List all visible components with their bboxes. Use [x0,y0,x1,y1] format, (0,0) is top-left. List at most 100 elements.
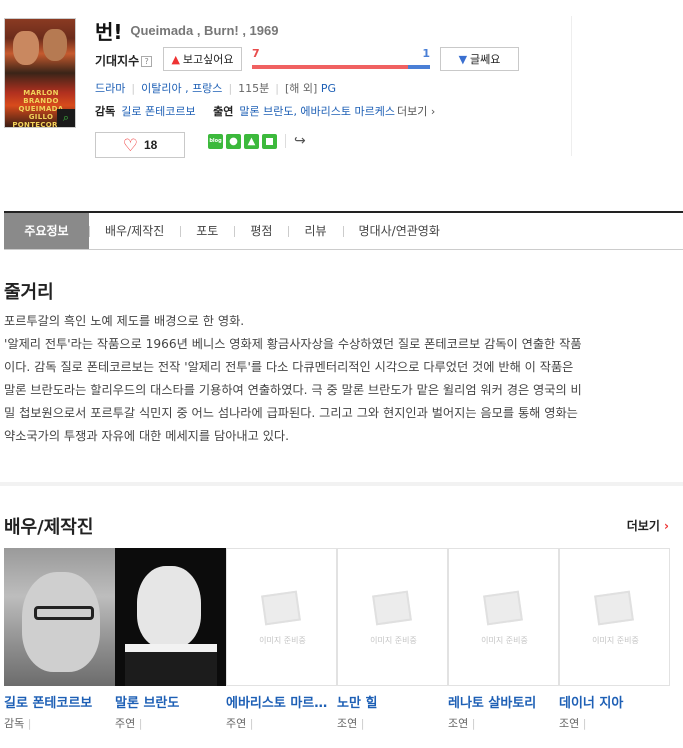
share-separator [285,134,286,148]
synopsis-line: 이다. 감독 질로 폰테코르보는 전작 '알제리 전투'를 다소 다큐멘터리적인… [4,360,574,374]
tab-6[interactable]: 명대사/연관영화 [342,213,456,249]
cast-photo[interactable] [115,548,226,686]
bookmark-share-icon[interactable]: ▲ [244,133,259,149]
like-count: 18 [143,138,158,152]
cast-photo-placeholder[interactable]: 이미지 준비중 [337,548,448,686]
genre-link[interactable]: 드라마 [95,82,125,95]
movie-meta: 드라마 | 이탈리아 , 프랑스 | 115분 | [해 외] PG [95,80,336,96]
section-divider [0,482,683,486]
poster-figure-right [43,29,67,61]
cast-role: 주연 [226,715,337,731]
placeholder-text: 이미지 준비중 [592,636,639,645]
image-placeholder-icon [593,590,635,635]
cast-name[interactable]: 노만 힐 [337,692,445,711]
like-button[interactable]: ♡ 18 [95,132,185,158]
cafe-share-icon[interactable] [262,133,277,149]
synopsis-line: 말론 브란도라는 할리우드의 대스타를 기용하여 연출하였다. 극 중 말론 브… [4,383,582,397]
cast-card[interactable]: 말론 브란도주연 [115,548,226,731]
page-title: 번! [95,20,123,44]
cast-name[interactable]: 에바리스토 마르케스 [226,692,334,711]
meta-separator: | [228,82,233,95]
cast-photo-placeholder[interactable]: 이미지 준비중 [226,548,337,686]
cast-role: 조연 [448,715,559,731]
cast-card[interactable]: 길로 폰테코르보감독 [4,548,115,731]
title-row: 번! Queimada , Burn! , 1969 [95,16,278,45]
cast-role: 주연 [115,715,226,731]
cast-photo-placeholder[interactable]: 이미지 준비중 [559,548,670,686]
movie-poster[interactable]: MARLON BRANDO QUEIMADA GILLO PONTECORVO … [4,18,76,128]
cast-label: 출연 [213,105,234,118]
cast-role: 조연 [559,715,670,731]
thumbs-down-icon: ▼ [458,52,468,66]
synopsis-line: '알제리 전투'라는 작품으로 1966년 베니스 영화제 황금사자상을 수상하… [4,337,582,351]
cast-name[interactable]: 길로 폰테코르보 [4,692,112,711]
want-count: 7 [252,47,260,60]
help-icon[interactable]: ? [141,56,153,67]
dont-count: 1 [422,47,430,60]
synopsis-line: 밀 첩보원으로서 포르투갈 식민지 중 어느 섬나라에 급파된다. 그리고 그와… [4,406,578,420]
tab-1[interactable]: 주요정보 [4,213,89,249]
credits-more-link[interactable]: 더보기 › [397,105,435,118]
cast-card[interactable]: 이미지 준비중데이너 지아조연 [559,548,670,731]
placeholder-text: 이미지 준비중 [259,636,306,645]
image-placeholder-icon [482,590,524,635]
rating-prefix: [해 외] [285,82,318,95]
header-divider [571,16,572,156]
thumbs-up-icon: ▲ [171,52,180,66]
glasses-shape [34,606,94,620]
cast-name[interactable]: 레나토 살바토리 [448,692,556,711]
blog-share-icon[interactable]: blog [208,133,223,149]
cast-card[interactable]: 이미지 준비중에바리스토 마르케스주연 [226,548,337,731]
placeholder-text: 이미지 준비중 [370,636,417,645]
synopsis-heading: 줄거리 [4,282,54,303]
cast-more-link[interactable]: 더보기 › [627,517,669,534]
want-to-see-label: 보고싶어요 [182,53,234,66]
meta-separator: | [275,82,279,95]
cast-role: 조연 [337,715,448,731]
runtime: 115분 [238,82,270,95]
cast-photo[interactable] [4,548,115,686]
country-link[interactable]: 이탈리아 , 프랑스 [141,82,222,95]
expectation-label: 기대지수? [95,52,153,69]
cast-name[interactable]: 말론 브란도 [115,692,223,711]
image-placeholder-icon [371,590,413,635]
share-bar: blog ● ▲ ↪ [208,133,306,149]
meta-separator: | [131,82,136,95]
cast-link[interactable]: 말론 브란도, 에바리스토 마르케스 [239,105,395,118]
zoom-icon[interactable]: ⌕ [57,109,75,127]
share-out-icon[interactable]: ↪ [294,133,306,149]
rating-link[interactable]: PG [321,82,336,95]
expectation-bar: 7 1 [252,47,430,71]
not-sure-label: 글쎄요 [470,53,501,66]
cast-role: 감독 [4,715,115,731]
face-shape [22,572,100,672]
cast-card[interactable]: 이미지 준비중레나토 살바토리조연 [448,548,559,731]
cast-card[interactable]: 이미지 준비중노만 힐조연 [337,548,448,731]
not-sure-button[interactable]: ▼ 글쎄요 [440,47,519,71]
cast-heading: 배우/제작진 [4,517,94,538]
want-to-see-button[interactable]: ▲ 보고싶어요 [163,47,242,71]
tab-4[interactable]: 평점 [234,213,288,249]
synopsis-line: 약소국가의 투쟁과 자유에 대한 메세지를 담아내고 있다. [4,429,290,443]
director-link[interactable]: 길로 폰테코르보 [121,105,195,118]
placeholder-text: 이미지 준비중 [481,636,528,645]
tab-2[interactable]: 배우/제작진 [89,213,180,249]
tab-5[interactable]: 리뷰 [288,213,342,249]
poster-figure-left [13,31,39,65]
tab-bar: 주요정보 배우/제작진 포토 평점 리뷰 명대사/연관영화 [4,213,683,250]
image-placeholder-icon [260,590,302,635]
credits-more-label: 더보기 [397,105,428,118]
want-bar-fill [252,65,408,69]
heart-icon: ♡ [122,135,138,155]
cast-name[interactable]: 데이너 지아 [559,692,667,711]
expectation-label-text: 기대지수 [95,54,140,68]
credits: 감독 길로 폰테코르보 출연 말론 브란도, 에바리스토 마르케스 더보기 › [95,103,435,119]
cast-photo-placeholder[interactable]: 이미지 준비중 [448,548,559,686]
chevron-right-icon: › [664,519,669,533]
cast-more-label: 더보기 [626,519,660,533]
synopsis-line: 포르투갈의 흑인 노예 제도를 배경으로 한 영화. [4,314,245,328]
collar-shape [125,644,217,686]
tab-3[interactable]: 포토 [180,213,234,249]
face-shape [137,566,201,648]
band-share-icon[interactable]: ● [226,133,241,149]
